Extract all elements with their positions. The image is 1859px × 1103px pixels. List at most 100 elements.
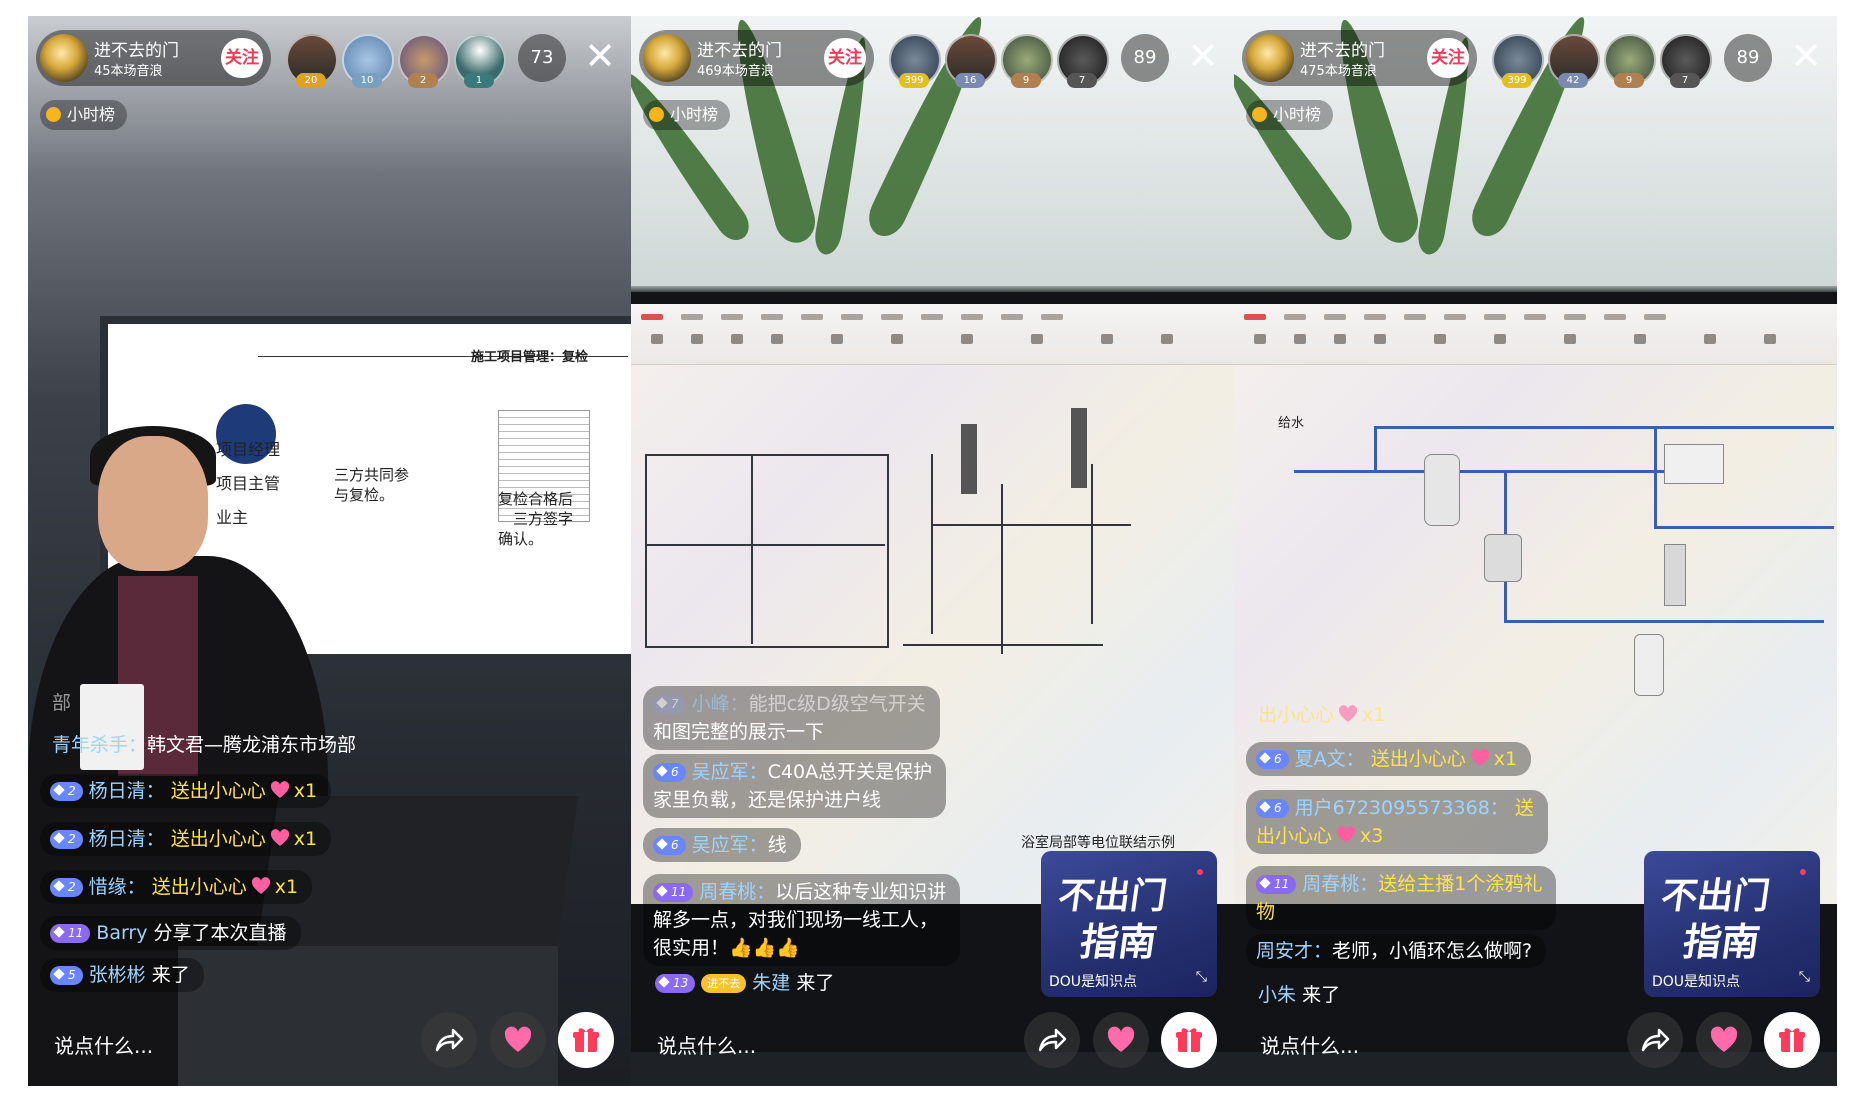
heart-icon [504, 1026, 532, 1052]
heart-icon [1107, 1026, 1135, 1052]
close-icon[interactable]: ✕ [1786, 36, 1826, 76]
heart-icon [1336, 826, 1356, 843]
host-info[interactable]: 进不去的门 469本场音浪 关注 [639, 30, 874, 86]
gift-button[interactable] [1161, 1012, 1217, 1068]
host-sound-wave-count: 469本场音浪 [697, 64, 774, 79]
like-button[interactable] [490, 1012, 546, 1068]
software-ribbon [1234, 304, 1837, 365]
viewer-avatar[interactable]: 20 [286, 34, 338, 88]
close-icon[interactable]: ✕ [1183, 36, 1223, 76]
promo-title: 指南 [1077, 920, 1160, 964]
share-icon [1641, 1028, 1670, 1052]
chat-message: 13 进不去 朱建 来了 [643, 966, 848, 1000]
comment-input[interactable]: 说点什么... [657, 1030, 756, 1059]
chat-message: 青年杀手：韩文君—腾龙浦东市场部 [52, 734, 357, 756]
expand-icon[interactable]: ⤡ [1799, 969, 1810, 985]
viewer-avatar[interactable]: 399 [889, 34, 941, 88]
hourly-rank-button[interactable]: 小时榜 [40, 100, 128, 130]
like-button[interactable] [1093, 1012, 1149, 1068]
slide-title: 施工项目管理：复检 [470, 350, 588, 365]
host-avatar[interactable] [40, 34, 88, 82]
share-icon [435, 1028, 464, 1052]
slide-text: 与复检。 [334, 486, 395, 504]
viewer-count[interactable]: 73 [518, 34, 566, 82]
clock-icon [649, 107, 664, 122]
heart-icon [270, 781, 289, 798]
clock-icon [1252, 107, 1267, 122]
follow-button[interactable]: 关注 [824, 38, 866, 78]
chat-message: 6 吴应军：线 [643, 828, 801, 862]
viewer-count[interactable]: 89 [1724, 34, 1772, 82]
level-badge: 11 [50, 924, 91, 943]
chat-message: 2 杨日清： 送出小心心 x1 [40, 774, 332, 808]
clock-icon [46, 107, 61, 122]
viewer-count[interactable]: 89 [1121, 34, 1169, 82]
host-avatar[interactable] [1246, 34, 1294, 82]
viewer-avatar[interactable]: 9 [1001, 34, 1053, 88]
level-badge: 2 [50, 878, 83, 897]
follow-button[interactable]: 关注 [221, 38, 263, 78]
level-badge: 11 [653, 883, 694, 902]
viewer-avatar[interactable]: 10 [342, 34, 394, 88]
viewer-avatar[interactable]: 7 [1057, 34, 1109, 88]
heart-icon [1338, 705, 1358, 722]
level-badge: 6 [653, 836, 686, 855]
heart-icon [251, 877, 270, 894]
comment-input[interactable]: 说点什么... [1260, 1030, 1359, 1059]
slide-text: 三方共同参 [334, 466, 410, 484]
host-avatar[interactable] [643, 34, 691, 82]
chat-message: 部 [52, 692, 72, 714]
viewer-avatar[interactable]: 16 [945, 34, 997, 88]
promo-card[interactable]: 不出门 指南 DOU是知识点 ⤡ [1644, 851, 1820, 997]
chat-message: 周安才：老师，小循环怎么做啊? [1246, 934, 1547, 968]
slide-text: 确认。 [498, 530, 544, 548]
host-sound-wave-count: 45本场音浪 [94, 64, 163, 79]
software-ribbon [631, 304, 1234, 365]
viewer-avatar[interactable]: 1 [454, 34, 506, 88]
promo-title: 指南 [1680, 920, 1763, 964]
share-button[interactable] [421, 1012, 477, 1068]
level-badge: 2 [50, 830, 83, 849]
share-button[interactable] [1024, 1012, 1080, 1068]
chat-message: 11 周春桃：以后这种专业知识讲 解多一点，对我们现场一线工人， 很实用！👍👍👍 [643, 874, 961, 966]
water-filter [1424, 454, 1460, 526]
host-name: 进不去的门 [94, 41, 179, 61]
like-button[interactable] [1696, 1012, 1752, 1068]
promo-card[interactable]: 不出门 指南 DOU是知识点 ⤡ [1041, 851, 1217, 997]
gift-icon [573, 1028, 599, 1052]
chat-message: 6 吴应军：C40A总开关是保护 家里负载，还是保护进户线 [643, 754, 947, 818]
hourly-rank-button[interactable]: 小时榜 [643, 100, 731, 130]
share-button[interactable] [1627, 1012, 1683, 1068]
gift-button[interactable] [558, 1012, 614, 1068]
host-sound-wave-count: 475本场音浪 [1300, 64, 1377, 79]
host-info[interactable]: 进不去的门 475本场音浪 关注 [1242, 30, 1477, 86]
viewer-avatar[interactable]: 7 [1660, 34, 1712, 88]
hourly-rank-button[interactable]: 小时榜 [1246, 100, 1334, 130]
share-icon [1038, 1028, 1067, 1052]
plan-caption: 浴室局部等电位联结示例 [1021, 835, 1175, 851]
viewer-avatar[interactable]: 399 [1492, 34, 1544, 88]
floor-plan-drawing [645, 454, 889, 648]
follow-button[interactable]: 关注 [1427, 38, 1469, 78]
live-stream-panel-3: 给水 进不去的门 475本场音浪 关注 399 42 9 7 89 ✕ 小时榜 … [1234, 16, 1837, 1086]
slide-text: 复检合格后 [498, 490, 574, 508]
heart-icon [1710, 1026, 1738, 1052]
close-icon[interactable]: ✕ [580, 36, 620, 76]
host-info[interactable]: 进不去的门 45本场音浪 关注 [36, 30, 271, 86]
host-name: 进不去的门 [1300, 41, 1385, 61]
live-stream-panel-2: 浴室局部等电位联结示例 进不去的门 469本场音浪 关注 399 16 9 7 … [631, 16, 1234, 1086]
slide-text: 三方签字 [513, 510, 574, 528]
fan-club-badge: 进不去 [701, 974, 747, 993]
level-badge: 11 [1256, 875, 1297, 894]
comment-input[interactable]: 说点什么... [54, 1030, 153, 1059]
live-stream-panel-1: 施工项目管理：复检 项目经理 项目主管 业主 三方共同参 与复检。 复检合格后 … [28, 16, 631, 1086]
viewer-avatar[interactable]: 9 [1604, 34, 1656, 88]
gift-button[interactable] [1764, 1012, 1820, 1068]
chat-message: 6 用户6723095573368： 送出小心心 x3 [1246, 790, 1548, 854]
viewer-avatar[interactable]: 2 [398, 34, 450, 88]
heart-icon [1470, 749, 1489, 766]
chat-message: 6 夏A文： 送出小心心 x1 [1246, 742, 1532, 776]
viewer-avatar[interactable]: 42 [1548, 34, 1600, 88]
level-badge: 6 [1256, 799, 1289, 818]
expand-icon[interactable]: ⤡ [1196, 969, 1207, 985]
